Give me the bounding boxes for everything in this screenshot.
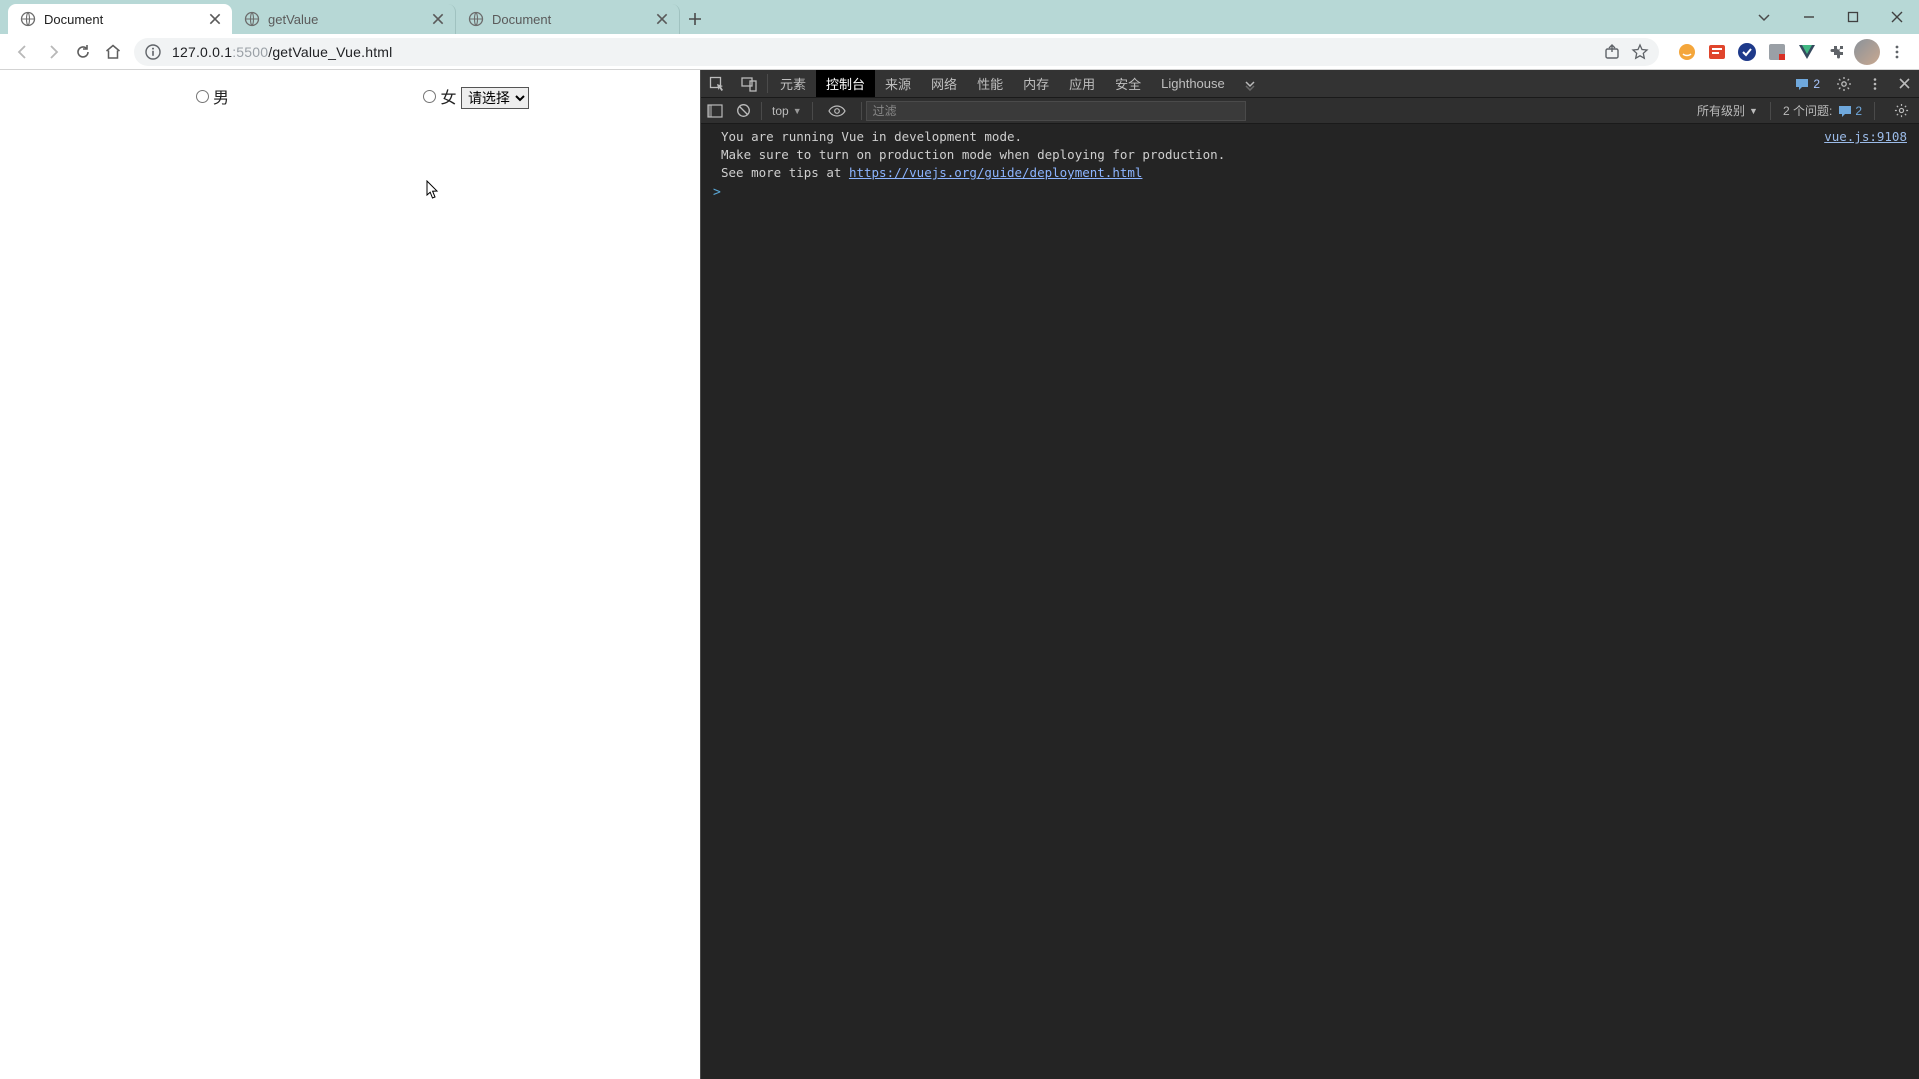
close-icon[interactable] [208,12,222,26]
browser-menu-button[interactable] [1883,38,1911,66]
console-prompt[interactable]: > [701,182,1919,203]
window-controls [1747,0,1919,34]
message-icon [1838,105,1852,117]
globe-icon [20,11,36,27]
chevron-down-icon: ▼ [793,106,802,116]
close-icon[interactable] [655,12,669,26]
vue-devtools-icon[interactable] [1793,38,1821,66]
radio-female-label: 女 [440,84,456,108]
radio-male[interactable]: 男 [196,84,229,108]
extension-icon-2[interactable] [1703,38,1731,66]
deployment-guide-link[interactable]: https://vuejs.org/guide/deployment.html [849,165,1143,180]
divider [761,102,762,120]
radio-female[interactable]: 女 [423,84,456,108]
site-info-icon[interactable] [144,43,162,61]
extension-icon-4[interactable] [1763,38,1791,66]
browser-tab-1[interactable]: getValue [232,4,456,34]
close-icon[interactable] [431,12,445,26]
tab-title: Document [44,12,202,27]
radio-male-label: 男 [213,84,229,108]
new-tab-button[interactable] [680,4,710,34]
console-source-link[interactable]: vue.js:9108 [1824,128,1911,146]
bookmark-star-icon[interactable] [1631,43,1649,61]
radio-female-input[interactable] [423,90,436,103]
console-message-count[interactable]: 2 [1787,70,1828,97]
divider [812,102,813,120]
forward-button[interactable] [38,37,68,67]
browser-toolbar: 127.0.0.1:5500/getValue_Vue.html [0,34,1919,70]
browser-tab-0[interactable]: Document [8,4,232,34]
home-button[interactable] [98,37,128,67]
minimize-button[interactable] [1787,0,1831,34]
divider [861,102,862,120]
maximize-button[interactable] [1831,0,1875,34]
issues-indicator[interactable]: 2 个问题: 2 [1783,102,1862,119]
devtools-close-icon[interactable] [1890,70,1919,97]
device-toolbar-icon[interactable] [733,70,765,97]
globe-icon [244,11,260,27]
tab-network[interactable]: 网络 [921,70,967,97]
console-output: You are running Vue in development mode.… [701,124,1919,1079]
tabs-dropdown-button[interactable] [1747,0,1781,34]
radio-male-input[interactable] [196,90,209,103]
console-log-line: You are running Vue in development mode.… [701,128,1919,146]
clear-console-icon[interactable] [729,98,757,124]
window-close-button[interactable] [1875,0,1919,34]
console-context-selector[interactable]: top ▼ [766,104,808,118]
console-sidebar-toggle-icon[interactable] [701,98,729,124]
extension-icon-3[interactable] [1733,38,1761,66]
address-bar[interactable]: 127.0.0.1:5500/getValue_Vue.html [134,38,1659,66]
chevron-down-icon: ▼ [1749,106,1758,116]
message-icon [1795,78,1809,90]
reload-button[interactable] [68,37,98,67]
tab-title: getValue [268,12,425,27]
globe-icon [468,11,484,27]
back-button[interactable] [8,37,38,67]
extensions-puzzle-icon[interactable] [1823,38,1851,66]
profile-avatar[interactable] [1853,38,1881,66]
devtools-panel: 元素 控制台 来源 网络 性能 内存 应用 安全 Lighthouse 2 [700,70,1919,1079]
log-levels-selector[interactable]: 所有级别 ▼ [1697,102,1758,119]
console-settings-icon[interactable] [1887,98,1915,124]
tab-performance[interactable]: 性能 [967,70,1013,97]
mouse-cursor-icon [426,180,440,200]
page-viewport: 男 女 请选择 [0,70,700,1079]
tab-title: Document [492,12,649,27]
tab-strip: Document getValue Document [0,0,1919,34]
extension-icon-1[interactable] [1673,38,1701,66]
devtools-tabs: 元素 控制台 来源 网络 性能 内存 应用 安全 Lighthouse 2 [701,70,1919,98]
tab-elements[interactable]: 元素 [770,70,816,97]
content-area: 男 女 请选择 元素 控制台 来源 网络 [0,70,1919,1079]
divider [1770,102,1771,120]
inspect-element-icon[interactable] [701,70,733,97]
console-log-line: See more tips at https://vuejs.org/guide… [701,164,1919,182]
tab-lighthouse[interactable]: Lighthouse [1151,70,1235,97]
console-log-line: Make sure to turn on production mode whe… [701,146,1919,164]
url-text: 127.0.0.1:5500/getValue_Vue.html [172,44,392,60]
share-icon[interactable] [1603,43,1621,61]
tab-security[interactable]: 安全 [1105,70,1151,97]
tab-memory[interactable]: 内存 [1013,70,1059,97]
tab-application[interactable]: 应用 [1059,70,1105,97]
console-toolbar: top ▼ 过滤 所有级别 ▼ 2 个问题: [701,98,1919,124]
live-expression-icon[interactable] [823,98,851,124]
divider [767,74,768,93]
devtools-settings-icon[interactable] [1828,70,1860,97]
toolbar-extensions [1673,38,1911,66]
tab-sources[interactable]: 来源 [875,70,921,97]
divider [1874,102,1875,120]
console-filter-input[interactable]: 过滤 [866,101,1246,121]
tabs-overflow-icon[interactable] [1235,70,1265,97]
devtools-menu-icon[interactable] [1860,70,1890,97]
tab-console[interactable]: 控制台 [816,70,875,97]
browser-tab-2[interactable]: Document [456,4,680,34]
select-dropdown[interactable]: 请选择 [461,87,529,109]
